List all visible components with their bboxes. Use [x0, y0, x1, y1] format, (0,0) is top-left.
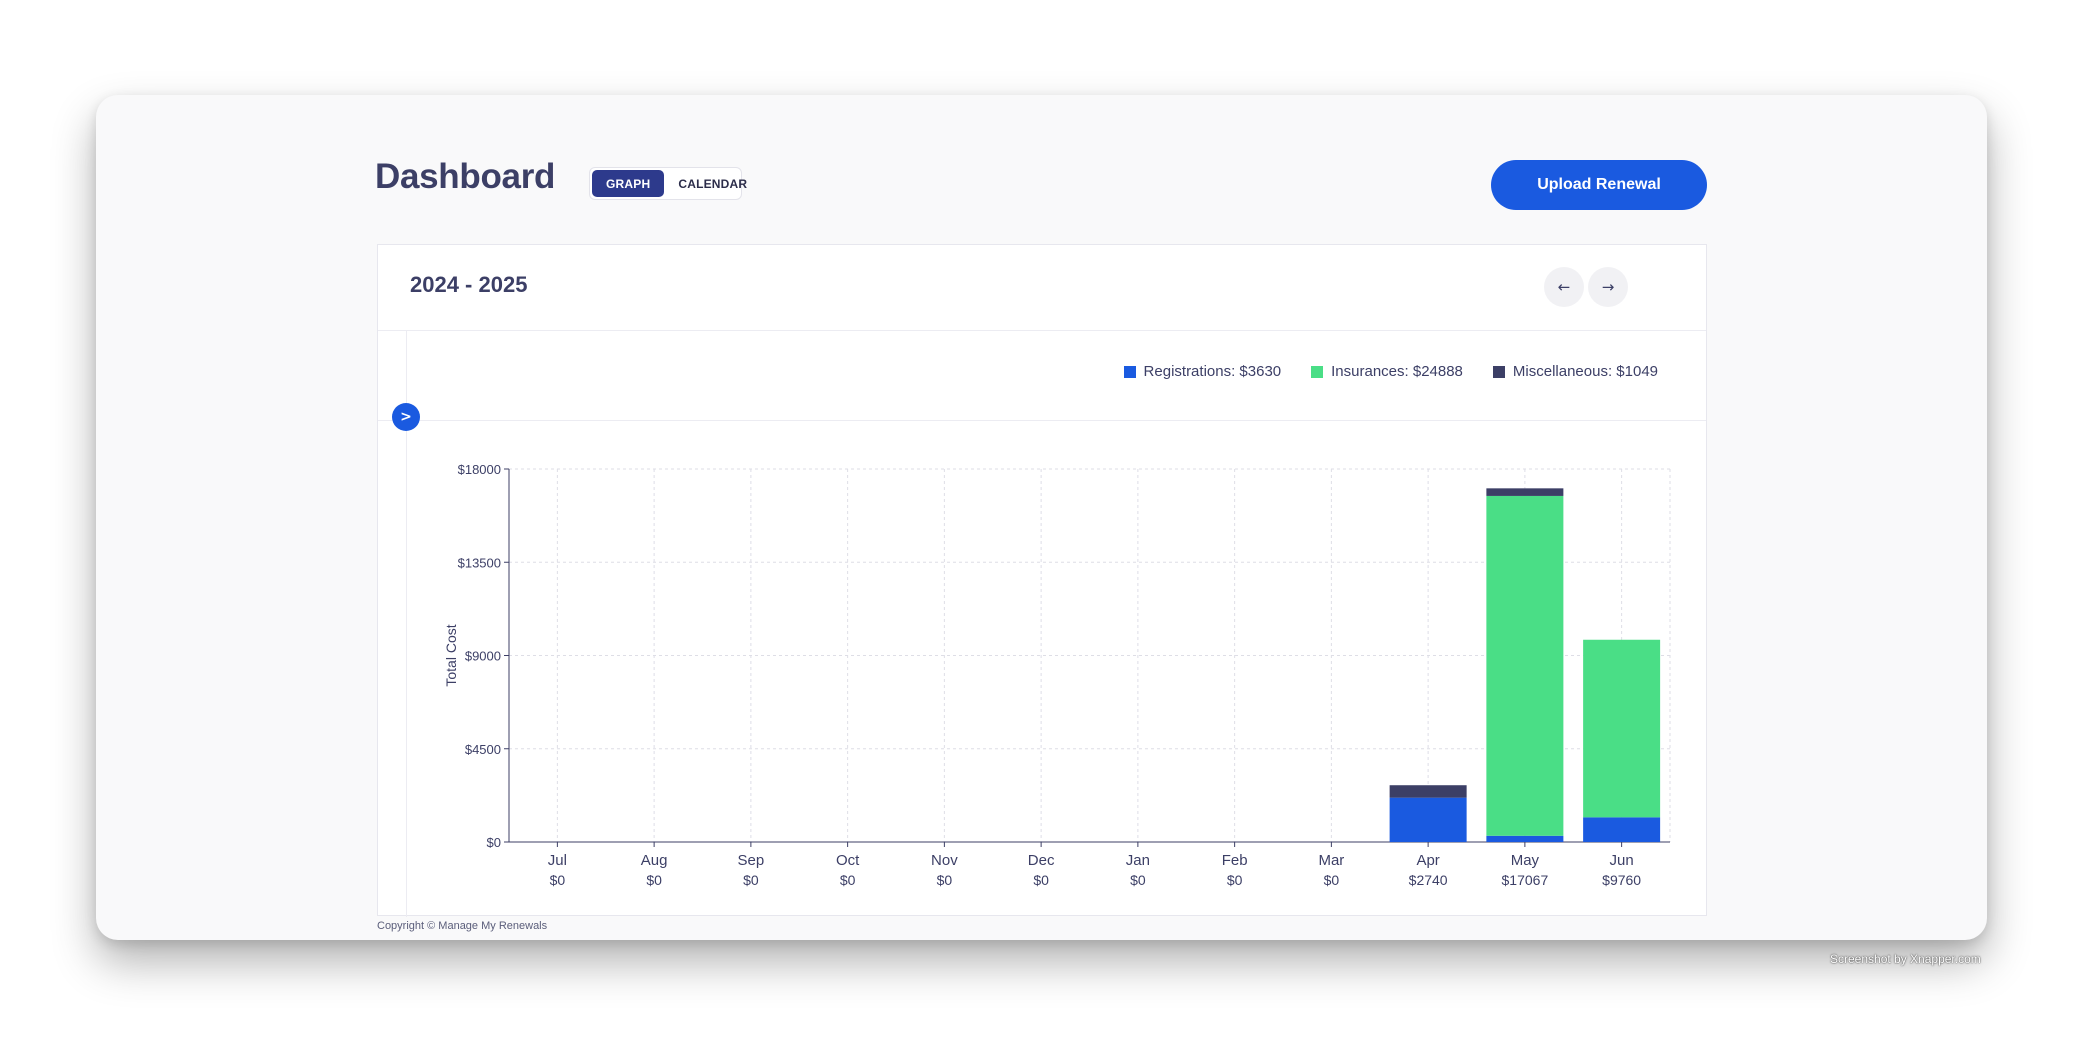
bar-segment-insurances [1486, 495, 1564, 836]
x-tick-label: Dec [1028, 852, 1055, 869]
page-title: Dashboard [375, 157, 556, 196]
x-tick-label: Aug [641, 852, 668, 869]
bar-segment-registrations [1583, 817, 1661, 842]
bar-segment-registrations [1389, 797, 1467, 842]
y-tick-label: $13500 [458, 555, 501, 570]
x-total-label: $0 [1033, 872, 1049, 888]
x-tick-label: Mar [1318, 852, 1344, 869]
upload-renewal-button[interactable]: Upload Renewal [1491, 160, 1707, 210]
y-tick-label: $18000 [458, 462, 501, 477]
expand-sidebar-button[interactable]: > [392, 403, 420, 431]
x-total-label: $2740 [1409, 872, 1448, 888]
chart-card: 2024 - 2025 ← → Registrations: $3630 Ins… [377, 244, 1707, 917]
x-total-label: $0 [646, 872, 662, 888]
bar-segment-registrations [1486, 835, 1564, 842]
x-tick-label: Feb [1222, 852, 1248, 869]
stacked-bar-chart: $0 $4500 $9000 $13500 $18000 Total Cost Jul $0 A… [443, 462, 1671, 888]
bar-segment-miscellaneous [1486, 488, 1564, 496]
x-tick-label: Sep [738, 852, 765, 869]
x-tick-label: Jul [548, 852, 567, 869]
bar-segment-miscellaneous [1389, 785, 1467, 798]
app-window: Dashboard GRAPH CALENDAR Upload Renewal … [96, 95, 1987, 940]
x-total-label: $9760 [1602, 872, 1641, 888]
x-tick-label: Apr [1416, 852, 1439, 869]
x-tick-label: Oct [836, 852, 860, 869]
y-tick-label: $9000 [465, 649, 501, 664]
x-tick-label: Nov [931, 852, 958, 869]
x-total-label: $0 [1130, 872, 1146, 888]
x-total-label: $0 [937, 872, 953, 888]
view-toggle: GRAPH CALENDAR [589, 167, 747, 200]
x-total-label: $0 [550, 872, 566, 888]
x-tick-label: Jan [1126, 852, 1150, 869]
x-total-label: $17067 [1502, 872, 1549, 888]
copyright-text: Copyright © Manage My Renewals [377, 920, 548, 932]
x-total-label: $0 [1324, 872, 1340, 888]
graph-view-button[interactable]: GRAPH [592, 170, 665, 197]
chevron-right-icon: > [400, 409, 412, 425]
watermark-text: Screenshot by Xnapper.com [1830, 952, 1981, 966]
x-tick-label: Jun [1610, 852, 1634, 869]
x-total-label: $0 [840, 872, 856, 888]
x-total-label: $0 [743, 872, 759, 888]
x-total-label: $0 [1227, 872, 1243, 888]
y-tick-label: $4500 [465, 742, 501, 757]
x-tick-label: May [1511, 852, 1540, 869]
y-axis-label: Total Cost [443, 624, 459, 686]
y-tick-label: $0 [487, 835, 501, 850]
bar-segment-insurances [1583, 639, 1661, 818]
calendar-view-button[interactable]: CALENDAR [664, 170, 761, 197]
